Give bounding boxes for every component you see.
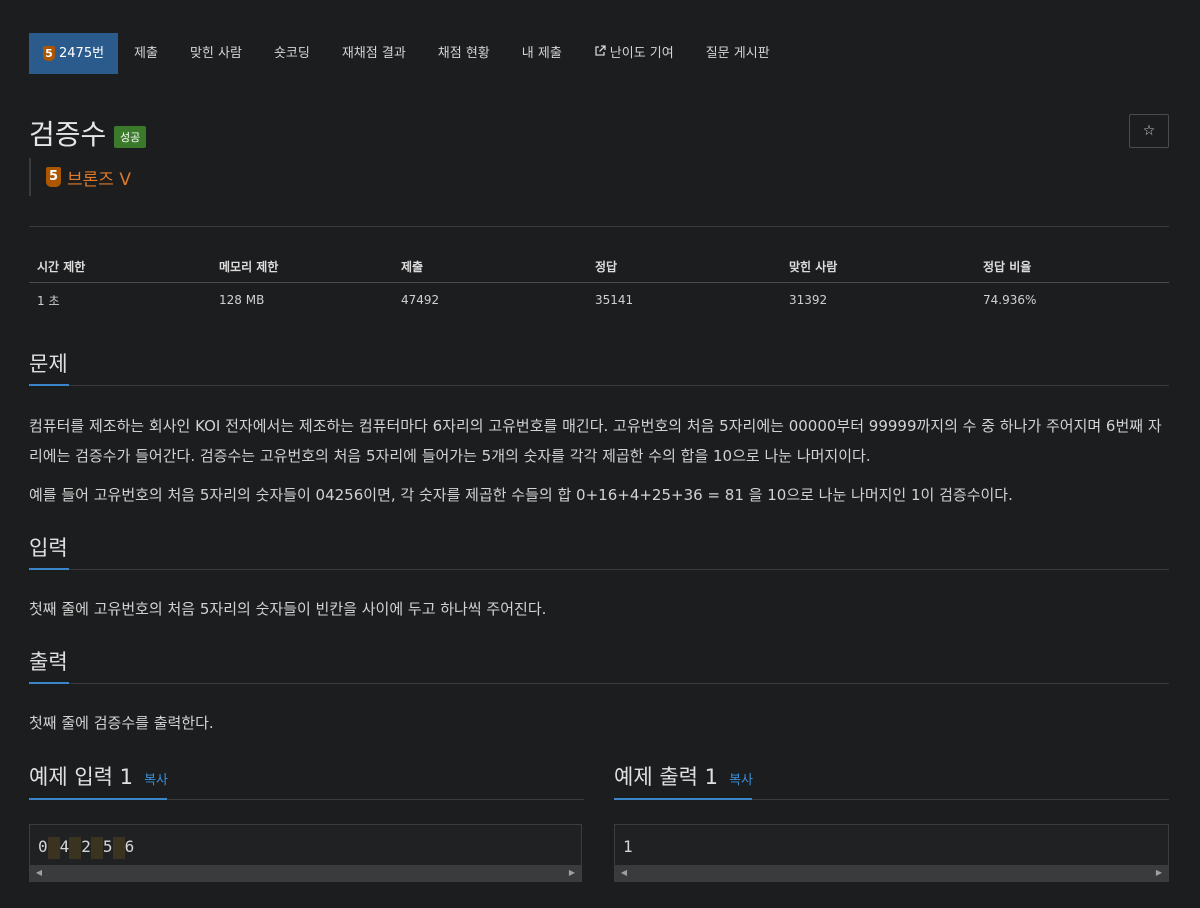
section-underline <box>29 568 69 570</box>
space-highlight <box>90 837 103 859</box>
sample-output-header: 예제 출력 1 복사 <box>614 761 1169 800</box>
sample-digit: 6 <box>124 837 135 856</box>
header-solved-users: 맞힌 사람 <box>789 259 838 274</box>
favorite-star-button[interactable]: ☆ <box>1129 114 1169 148</box>
sample-output-code: 1 <box>623 837 633 856</box>
problem-title: 검증수 <box>29 118 107 151</box>
output-description: 첫째 줄에 검증수를 출력한다. <box>29 714 214 732</box>
tab-judge-status[interactable]: 채점 현황 <box>422 33 506 74</box>
tab-short-coding[interactable]: 숏코딩 <box>258 33 326 74</box>
tab-my-submissions-label: 내 제출 <box>521 46 562 61</box>
output-section-header: 출력 <box>29 646 1169 684</box>
space-highlight <box>112 837 125 859</box>
tab-rejudge-results[interactable]: 재채점 결과 <box>326 33 422 74</box>
scroll-right-icon[interactable]: ▶ <box>1152 865 1166 881</box>
scroll-right-icon[interactable]: ▶ <box>565 865 579 881</box>
problem-page: 5 2475번 제출 맞힌 사람 숏코딩 재채점 결과 채점 현황 내 제출 난… <box>0 0 1200 908</box>
tab-question-board[interactable]: 질문 게시판 <box>690 33 786 74</box>
section-underline <box>29 798 167 800</box>
problem-description-2: 예를 들어 고유번호의 처음 5자리의 숫자들이 04256이면, 각 숫자를 … <box>29 486 1013 504</box>
time-limit-value: 1 초 <box>37 293 60 308</box>
header-accept-ratio: 정답 비율 <box>983 259 1032 274</box>
header-accepted: 정답 <box>595 259 618 274</box>
scroll-left-icon[interactable]: ◀ <box>32 865 46 881</box>
tab-short-coding-label: 숏코딩 <box>273 46 310 61</box>
horizontal-scrollbar[interactable]: ◀ ▶ <box>615 865 1168 881</box>
tab-problem[interactable]: 5 2475번 <box>29 33 119 74</box>
star-icon: ☆ <box>1142 123 1156 139</box>
section-title: 입력 <box>29 536 68 560</box>
input-description: 첫째 줄에 고유번호의 처음 5자리의 숫자들이 빈칸을 사이에 두고 하나씩 … <box>29 600 547 618</box>
problem-tabs: 5 2475번 제출 맞힌 사람 숏코딩 재채점 결과 채점 현황 내 제출 난… <box>29 33 786 74</box>
status-badge: 성공 <box>114 126 147 148</box>
table-row: 1 초 128 MB 47492 35141 31392 74.936% <box>29 283 1169 317</box>
copy-input-button[interactable]: 복사 <box>144 773 168 788</box>
section-underline <box>29 682 69 684</box>
tab-difficulty-contribution-label: 난이도 기여 <box>609 46 674 61</box>
submissions-value: 47492 <box>401 293 440 307</box>
sample-output-title: 예제 출력 1 <box>614 765 718 789</box>
section-title: 문제 <box>29 352 68 376</box>
sample-input-code: 04256 <box>38 837 134 859</box>
tab-submit-label: 제출 <box>134 46 158 61</box>
sample-output-box[interactable]: 1 ◀ ▶ <box>614 824 1169 882</box>
sample-digit: 4 <box>59 837 70 856</box>
tab-my-submissions[interactable]: 내 제출 <box>506 33 578 74</box>
header-time-limit: 시간 제한 <box>37 259 86 274</box>
sample-input-header: 예제 입력 1 복사 <box>29 761 584 800</box>
horizontal-scrollbar[interactable]: ◀ ▶ <box>30 865 581 881</box>
problem-info-table: 시간 제한 메모리 제한 제출 정답 맞힌 사람 정답 비율 1 초 128 M… <box>29 250 1169 317</box>
input-section-header: 입력 <box>29 532 1169 570</box>
tab-solved-users[interactable]: 맞힌 사람 <box>174 33 258 74</box>
accepted-value: 35141 <box>595 293 634 307</box>
sample-input-title: 예제 입력 1 <box>29 765 133 789</box>
divider <box>29 226 1169 227</box>
space-highlight <box>69 837 82 859</box>
sample-digit: 2 <box>81 837 91 856</box>
bronze-tier-icon: 5 <box>43 46 55 61</box>
section-underline <box>614 798 752 800</box>
problem-tier: 5 브론즈 V <box>29 158 131 196</box>
tab-difficulty-contribution[interactable]: 난이도 기여 <box>578 33 690 74</box>
bronze-tier-icon: 5 <box>46 167 61 187</box>
section-title: 출력 <box>29 650 68 674</box>
table-header-row: 시간 제한 메모리 제한 제출 정답 맞힌 사람 정답 비율 <box>29 250 1169 283</box>
tier-label[interactable]: 브론즈 V <box>67 165 131 190</box>
tab-judge-status-label: 채점 현황 <box>437 46 490 61</box>
tab-question-board-label: 질문 게시판 <box>705 46 770 61</box>
scroll-left-icon[interactable]: ◀ <box>617 865 631 881</box>
space-highlight <box>47 837 60 859</box>
sample-digit: 5 <box>102 837 113 856</box>
tab-rejudge-results-label: 재채점 결과 <box>341 46 406 61</box>
header-submissions: 제출 <box>401 259 424 274</box>
solved-users-value: 31392 <box>789 293 828 307</box>
memory-limit-value: 128 MB <box>219 293 265 307</box>
problem-section-header: 문제 <box>29 348 1169 386</box>
copy-output-button[interactable]: 복사 <box>729 773 753 788</box>
tab-submit[interactable]: 제출 <box>118 33 174 74</box>
sample-input-box[interactable]: 04256 ◀ ▶ <box>29 824 582 882</box>
header-memory-limit: 메모리 제한 <box>219 259 279 274</box>
tab-problem-label: 2475번 <box>59 46 105 61</box>
external-link-icon <box>594 33 606 74</box>
accept-ratio-value: 74.936% <box>983 293 1037 307</box>
section-underline <box>29 384 69 386</box>
sample-digit: 0 <box>38 837 48 856</box>
problem-description-1: 컴퓨터를 제조하는 회사인 KOI 전자에서는 제조하는 컴퓨터마다 6자리의 … <box>29 417 1162 465</box>
tab-solved-users-label: 맞힌 사람 <box>189 46 242 61</box>
